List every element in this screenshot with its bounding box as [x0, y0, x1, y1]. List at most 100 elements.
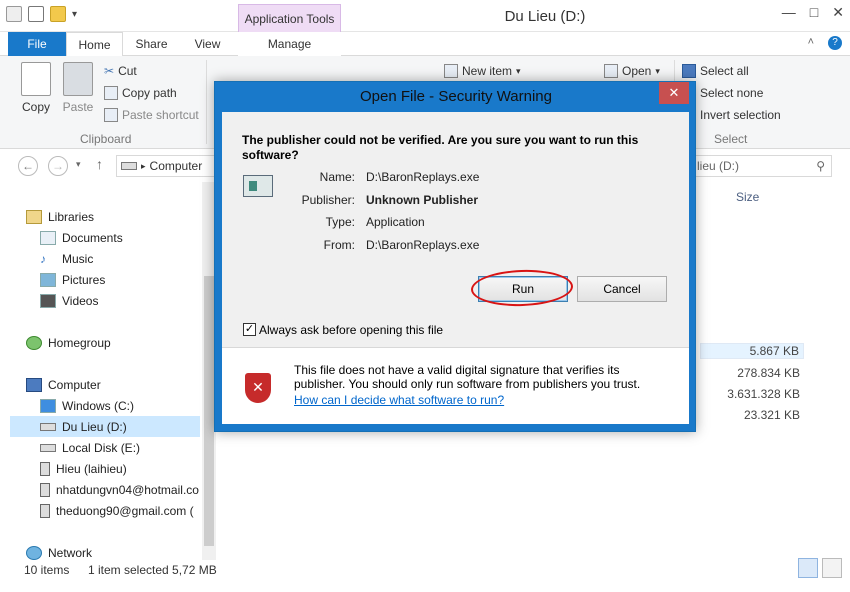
nav-item-documents[interactable]: Documents [40, 227, 123, 248]
nav-item-music[interactable]: ♪ Music [40, 248, 93, 269]
window-title: Du Lieu (D:) [504, 8, 586, 25]
minimize-button[interactable]: — [782, 4, 796, 21]
select-all-icon [682, 64, 696, 78]
open-button[interactable]: Open ▾ [604, 64, 660, 78]
nav-label: Homegroup [48, 335, 111, 350]
group-separator [206, 60, 207, 144]
nav-item-local-disk-e[interactable]: Local Disk (E:) [40, 437, 140, 458]
scissors-icon: ✂ [104, 64, 115, 78]
new-item-button[interactable]: New item ▾ [444, 64, 521, 78]
nav-label: Computer [48, 377, 101, 392]
address-path: Computer [149, 159, 203, 173]
search-icon: ⚲ [816, 159, 825, 173]
nav-label: Documents [62, 230, 123, 245]
navigation-pane: Libraries Documents ♪ Music Pictures Vide… [0, 182, 216, 560]
paste-button[interactable]: Paste [60, 62, 96, 114]
select-all-button[interactable]: Select all [682, 64, 749, 78]
nav-item-libraries[interactable]: Libraries [26, 206, 94, 227]
file-size-cell[interactable]: 278.834 KB [700, 366, 804, 380]
dialog-warning-panel: ✕ This file does not have a valid digita… [222, 348, 689, 424]
invert-selection-label: Invert selection [700, 108, 781, 122]
tab-share[interactable]: Share [124, 32, 179, 56]
help-link[interactable]: How can I decide what software to run? [294, 393, 504, 407]
type-label: Type: [325, 215, 355, 229]
forward-button[interactable]: → [48, 156, 68, 176]
tab-file[interactable]: File [8, 32, 66, 56]
always-ask-label[interactable]: Always ask before opening this file [259, 323, 443, 337]
application-icon [243, 175, 273, 197]
properties-icon[interactable] [28, 6, 44, 22]
close-window-button[interactable]: ✕ [832, 4, 844, 21]
tab-home[interactable]: Home [66, 32, 123, 57]
nav-scrollbar-thumb[interactable] [204, 276, 214, 546]
cut-label: Cut [118, 64, 137, 78]
quick-access-toolbar: ▾ [6, 6, 77, 22]
nav-item-theduong[interactable]: theduong90@gmail.com ( [40, 500, 202, 521]
nav-label: Windows (C:) [62, 398, 135, 413]
back-button[interactable]: ← [18, 156, 38, 176]
music-icon: ♪ [40, 251, 46, 266]
name-value: D:\BaronReplays.exe [366, 170, 480, 184]
item-count: 10 items [24, 563, 70, 577]
cut-button[interactable]: ✂ Cut [104, 64, 137, 78]
maximize-button[interactable]: □ [810, 4, 818, 21]
status-bar: 10 items 1 item selected 5,72 MB [0, 560, 850, 592]
drive-icon[interactable] [6, 6, 22, 22]
device-icon [40, 482, 50, 497]
tab-manage[interactable]: Manage [238, 32, 341, 56]
publisher-label: Publisher: [301, 193, 355, 207]
from-value: D:\BaronReplays.exe [366, 238, 480, 252]
nav-label: Libraries [48, 209, 95, 224]
always-ask-checkbox[interactable]: ✓ [243, 323, 256, 336]
nav-item-nhatdung[interactable]: nhatdungvn04@hotmail.co [40, 479, 202, 500]
new-folder-icon[interactable] [50, 6, 66, 22]
nav-item-windows-c[interactable]: Windows (C:) [40, 395, 134, 416]
nav-item-du-lieu-d[interactable]: Du Lieu (D:) [10, 416, 200, 437]
type-value: Application [366, 215, 425, 229]
nav-label: Network [48, 545, 93, 560]
copy-button[interactable]: Copy [16, 62, 56, 114]
up-arrow-icon[interactable]: ↑ [96, 156, 103, 172]
paste-label: Paste [62, 100, 94, 114]
from-label: From: [323, 238, 355, 252]
address-field[interactable]: ▸ Computer [116, 155, 216, 177]
collapse-ribbon-icon[interactable]: ˄ [808, 36, 814, 50]
dialog-body: The publisher could not be verified. Are… [222, 112, 689, 424]
new-item-label: New item [462, 64, 513, 78]
details-view-button[interactable] [798, 558, 818, 578]
search-placeholder: lieu (D:) [697, 159, 740, 173]
dialog-close-button[interactable]: ✕ [659, 82, 689, 104]
chevron-right-icon: ▸ [141, 160, 146, 171]
qat-dropdown-icon[interactable]: ▾ [72, 9, 77, 20]
nav-item-computer[interactable]: Computer [26, 374, 101, 395]
nav-item-videos[interactable]: Videos [40, 290, 98, 311]
paste-shortcut-icon [104, 108, 118, 122]
nav-item-pictures[interactable]: Pictures [40, 269, 105, 290]
copy-path-icon [104, 86, 118, 100]
copy-path-button[interactable]: Copy path [104, 86, 177, 100]
documents-icon [40, 230, 56, 245]
copy-icon [21, 62, 51, 96]
recent-locations-icon[interactable]: ▾ [76, 159, 81, 170]
drive-icon [40, 422, 56, 431]
large-icons-view-button[interactable] [822, 558, 842, 578]
cancel-button[interactable]: Cancel [577, 276, 667, 302]
file-size-cell[interactable]: 23.321 KB [700, 408, 804, 422]
nav-item-hieu[interactable]: Hieu (laihieu) [40, 458, 127, 479]
homegroup-icon [26, 335, 42, 350]
column-header-size[interactable]: Size [736, 190, 759, 204]
select-all-label: Select all [700, 64, 749, 78]
publisher-value: Unknown Publisher [366, 193, 479, 207]
app-tools-context-tab: Application Tools [238, 4, 341, 32]
file-size-cell[interactable]: 5.867 KB [700, 343, 804, 359]
paste-shortcut-button[interactable]: Paste shortcut [104, 108, 199, 122]
help-icon[interactable]: ? [828, 36, 842, 50]
selection-info: 1 item selected 5,72 MB [88, 563, 217, 577]
device-icon [40, 461, 50, 476]
search-input[interactable]: lieu (D:) ⚲ [690, 155, 832, 177]
shield-warning-icon: ✕ [245, 373, 271, 403]
nav-item-homegroup[interactable]: Homegroup [26, 332, 111, 353]
ribbon-right-controls: ˄ ? [808, 36, 842, 50]
tab-view[interactable]: View [180, 32, 235, 56]
file-size-cell[interactable]: 3.631.328 KB [700, 387, 804, 401]
